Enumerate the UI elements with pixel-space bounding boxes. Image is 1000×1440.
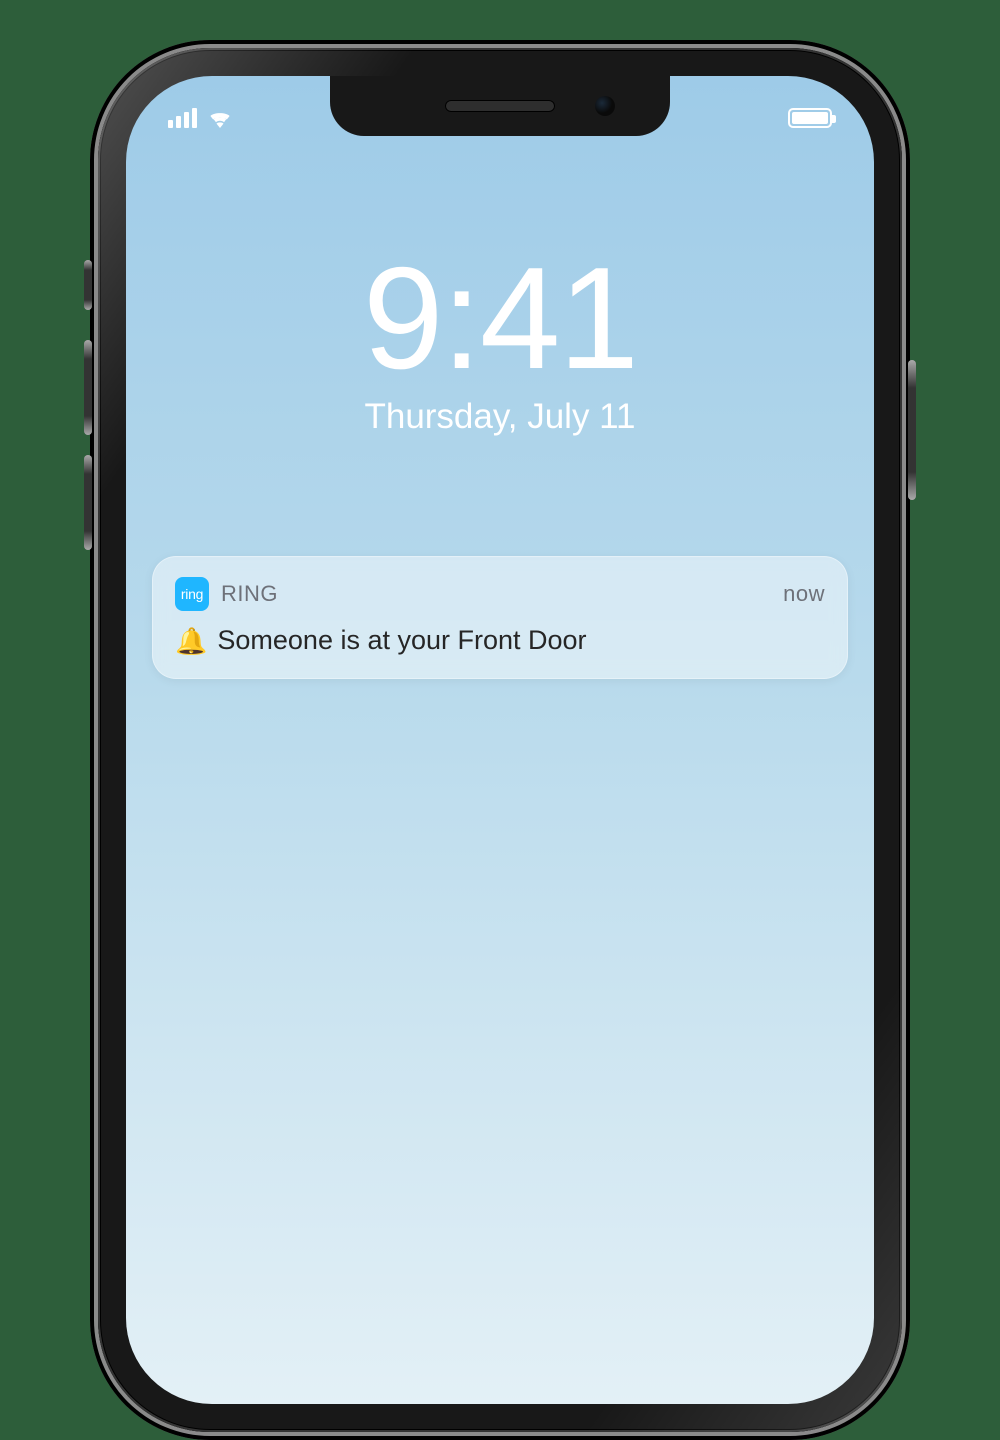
status-bar-left: [168, 108, 233, 128]
bell-icon: 🔔: [175, 628, 207, 654]
front-camera-icon: [595, 96, 615, 116]
cellular-signal-icon: [168, 108, 197, 128]
earpiece-speaker: [445, 100, 555, 112]
notification-card[interactable]: ring RING now 🔔 Someone is at your Front…: [152, 556, 848, 679]
ring-app-icon: ring: [175, 577, 209, 611]
notification-message: Someone is at your Front Door: [217, 625, 586, 656]
notification-body: 🔔 Someone is at your Front Door: [175, 625, 825, 656]
notification-time: now: [783, 581, 825, 607]
phone-notch: [330, 76, 670, 136]
volume-down-button[interactable]: [84, 455, 92, 550]
battery-icon: [788, 108, 832, 128]
lock-screen-date: Thursday, July 11: [126, 397, 874, 437]
notification-header: ring RING now: [175, 577, 825, 611]
silent-switch[interactable]: [84, 260, 92, 310]
volume-up-button[interactable]: [84, 340, 92, 435]
phone-bezel: 9:41 Thursday, July 11 ring RING now 🔔 S…: [98, 48, 902, 1432]
phone-frame: 9:41 Thursday, July 11 ring RING now 🔔 S…: [90, 40, 910, 1440]
phone-screen: 9:41 Thursday, July 11 ring RING now 🔔 S…: [126, 76, 874, 1404]
wifi-icon: [207, 108, 233, 128]
power-button[interactable]: [908, 360, 916, 500]
lock-screen-clock: 9:41 Thursday, July 11: [126, 246, 874, 437]
lock-screen-time: 9:41: [126, 246, 874, 391]
notification-app-name: RING: [221, 581, 278, 607]
